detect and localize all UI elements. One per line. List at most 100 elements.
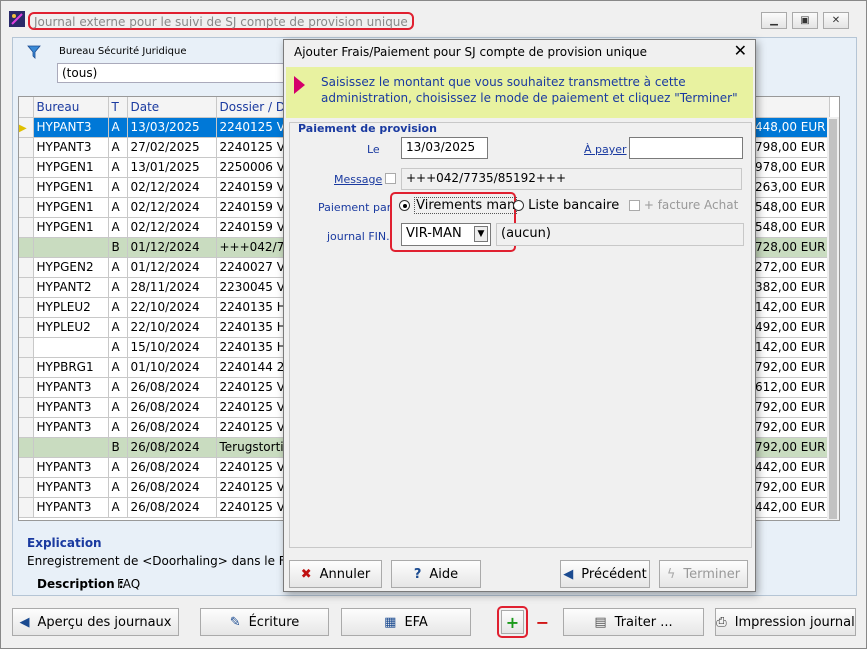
arrow-left-icon: ◀: [19, 614, 30, 630]
cell-bureau: HYPANT3: [33, 137, 109, 158]
dropdown-arrow-icon[interactable]: ▼: [474, 226, 488, 242]
remove-button[interactable]: −: [531, 610, 554, 634]
cell-bureau: HYPBRG1: [33, 357, 109, 378]
current-row-arrow-icon: ▶: [19, 123, 27, 134]
row-indicator: [19, 217, 34, 238]
filter-icon: [27, 45, 41, 59]
column-header-bureau[interactable]: Bureau: [33, 97, 109, 118]
cell-bureau: HYPGEN1: [33, 197, 109, 218]
column-header-date[interactable]: Date: [127, 97, 217, 118]
cell-bureau: HYPLEU2: [33, 317, 109, 338]
cell-bureau: [33, 237, 109, 258]
row-indicator: [19, 437, 34, 458]
cell-date: 13/01/2025: [127, 157, 217, 178]
cell-type: A: [108, 297, 128, 318]
apercu-journaux-button[interactable]: ◀ Aperçu des journaux: [12, 608, 179, 636]
window-title: Journal externe pour le suivi de SJ comp…: [28, 12, 414, 30]
terminer-button[interactable]: ϟ Terminer: [659, 560, 748, 588]
row-indicator: [19, 497, 34, 518]
cell-bureau: HYPGEN1: [33, 217, 109, 238]
description-label: Description :: [37, 577, 124, 591]
radio-virements[interactable]: Virements man: [399, 197, 518, 214]
traiter-button[interactable]: ▤ Traiter ...: [563, 608, 704, 636]
cell-date: 26/08/2024: [127, 497, 217, 518]
process-icon: ▤: [594, 614, 607, 630]
annuler-button[interactable]: ✖ Annuler: [289, 560, 382, 588]
cell-type: A: [108, 337, 128, 358]
aide-button[interactable]: ? Aide: [391, 560, 481, 588]
row-indicator-header: [19, 97, 34, 118]
row-indicator: [19, 417, 34, 438]
description-value: FAQ: [117, 577, 141, 591]
cell-type: A: [108, 257, 128, 278]
maximize-button[interactable]: ▣: [792, 12, 818, 29]
impression-journal-button[interactable]: ⎙ Impression journal: [715, 608, 856, 636]
row-indicator: [19, 397, 34, 418]
cell-date: 27/02/2025: [127, 137, 217, 158]
cell-date: 01/12/2024: [127, 257, 217, 278]
radio-liste-bancaire[interactable]: Liste bancaire: [513, 198, 619, 213]
minimize-button[interactable]: ▁: [761, 12, 787, 29]
add-button[interactable]: +: [501, 610, 524, 634]
row-indicator: [19, 357, 34, 378]
cell-bureau: [33, 437, 109, 458]
cell-type: A: [108, 217, 128, 238]
cell-bureau: HYPANT3: [33, 117, 109, 138]
le-label: Le: [367, 143, 380, 156]
journal-description: (aucun): [496, 223, 744, 246]
cell-date: 26/08/2024: [127, 397, 217, 418]
cell-date: 26/08/2024: [127, 477, 217, 498]
calculator-icon: ▦: [384, 614, 397, 630]
arrow-left-icon: ◀: [563, 566, 574, 582]
column-header-type[interactable]: T: [108, 97, 128, 118]
row-indicator: [19, 337, 34, 358]
cell-date: 28/11/2024: [127, 277, 217, 298]
cell-type: A: [108, 117, 128, 138]
dialog-close-icon[interactable]: ✕: [734, 41, 747, 60]
grid-scrollbar[interactable]: [827, 117, 839, 520]
cell-bureau: HYPGEN1: [33, 177, 109, 198]
cell-bureau: HYPANT3: [33, 457, 109, 478]
cell-type: A: [108, 457, 128, 478]
facture-achat-box[interactable]: [629, 200, 640, 211]
cell-bureau: [33, 337, 109, 358]
row-indicator: [19, 177, 34, 198]
close-window-button[interactable]: ✕: [823, 12, 849, 29]
a-payer-label: À payer: [584, 143, 627, 156]
facture-achat-checkbox[interactable]: + facture Achat: [629, 198, 738, 212]
date-input[interactable]: 13/03/2025: [401, 137, 488, 159]
cancel-x-icon: ✖: [300, 566, 312, 582]
journal-select[interactable]: VIR-MAN ▼: [401, 223, 491, 246]
precedent-button[interactable]: ◀ Précédent: [560, 560, 650, 588]
cell-type: A: [108, 197, 128, 218]
cell-bureau: HYPGEN1: [33, 157, 109, 178]
message-field[interactable]: +++042/7735/85192+++: [401, 168, 742, 190]
lightning-icon: ϟ: [666, 566, 676, 582]
pointer-arrow-icon: [294, 76, 305, 94]
amount-input[interactable]: [629, 137, 743, 159]
cell-date: 22/10/2024: [127, 317, 217, 338]
app-icon: [9, 11, 25, 27]
radio-virements-dot[interactable]: [399, 200, 410, 211]
cell-type: A: [108, 317, 128, 338]
row-indicator: ▶: [19, 117, 34, 138]
row-indicator: [19, 157, 34, 178]
radio-liste-dot[interactable]: [513, 200, 524, 211]
cell-bureau: HYPANT3: [33, 377, 109, 398]
row-indicator: [19, 297, 34, 318]
cell-date: 01/10/2024: [127, 357, 217, 378]
scroll-thumb[interactable]: [829, 119, 837, 519]
instruction-banner: Saisissez le montant que vous souhaitez …: [286, 67, 753, 118]
explication-text: Enregistrement de <Doorhaling> dans le F…: [27, 554, 300, 568]
cell-date: 02/12/2024: [127, 197, 217, 218]
cell-date: 02/12/2024: [127, 177, 217, 198]
message-checkbox[interactable]: [385, 173, 396, 184]
cell-bureau: HYPANT3: [33, 477, 109, 498]
efa-button[interactable]: ▦ EFA: [341, 608, 471, 636]
cell-date: 02/12/2024: [127, 217, 217, 238]
cell-date: 13/03/2025: [127, 117, 217, 138]
ecriture-button[interactable]: ✎ Écriture: [200, 608, 329, 636]
cell-bureau: HYPLEU2: [33, 297, 109, 318]
bureau-filter-select[interactable]: (tous): [57, 63, 297, 83]
journal-fin-label: journal FIN.: [327, 230, 390, 243]
